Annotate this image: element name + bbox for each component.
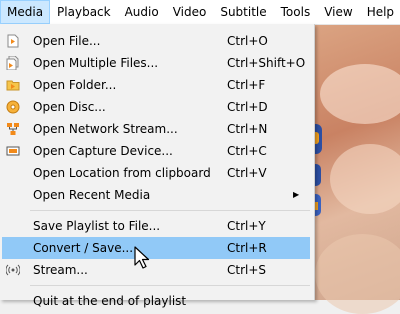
menu-item-label: Save Playlist to File...	[33, 219, 161, 233]
menu-item-shortcut: Ctrl+S	[227, 263, 267, 277]
menu-item-open-folder[interactable]: Open Folder... Ctrl+F	[2, 74, 310, 96]
mouse-cursor-icon	[134, 246, 150, 269]
menu-item-label: Convert / Save...	[33, 241, 134, 255]
menu-item-label: Open Capture Device...	[33, 144, 173, 158]
menu-media[interactable]: Media	[0, 0, 51, 24]
menu-item-save-playlist[interactable]: Save Playlist to File... Ctrl+Y	[2, 215, 310, 237]
menu-tools[interactable]: Tools	[274, 0, 318, 24]
menu-item-shortcut: Ctrl+C	[227, 144, 267, 158]
menu-item-open-location-clipboard[interactable]: Open Location from clipboard Ctrl+V	[2, 162, 310, 184]
folder-icon	[6, 80, 20, 91]
menu-item-open-recent-media[interactable]: Open Recent Media ▶	[2, 184, 310, 206]
menu-item-shortcut: Ctrl+D	[227, 100, 268, 114]
menu-view[interactable]: View	[317, 0, 359, 24]
menu-item-label: Open Folder...	[33, 78, 117, 92]
menu-item-open-capture-device[interactable]: Open Capture Device... Ctrl+C	[2, 140, 310, 162]
menu-item-shortcut: Ctrl+Shift+O	[227, 56, 306, 70]
menu-video[interactable]: Video	[166, 0, 214, 24]
submenu-arrow-icon: ▶	[293, 190, 300, 199]
menu-item-shortcut: Ctrl+V	[227, 166, 267, 180]
menu-item-shortcut: Ctrl+O	[227, 34, 268, 48]
menu-separator	[30, 210, 310, 211]
cloud-shape	[330, 144, 400, 214]
menu-item-shortcut: Ctrl+R	[227, 241, 267, 255]
menu-item-open-multiple-files[interactable]: Open Multiple Files... Ctrl+Shift+O	[2, 52, 310, 74]
cloud-shape	[320, 64, 400, 124]
menu-item-shortcut: Ctrl+N	[227, 122, 268, 136]
menu-item-label: Quit at the end of playlist	[33, 294, 187, 308]
multiple-files-icon	[6, 56, 19, 70]
menu-subtitle[interactable]: Subtitle	[213, 0, 273, 24]
menu-item-shortcut: Ctrl+Y	[227, 219, 266, 233]
menu-item-label: Open Disc...	[33, 100, 106, 114]
menu-bar: Media Playback Audio Video Subtitle Tool…	[0, 0, 400, 25]
disc-icon	[6, 100, 20, 114]
menu-item-label: Open File...	[33, 34, 101, 48]
stream-icon	[6, 264, 20, 276]
menu-item-open-file[interactable]: Open File... Ctrl+O	[2, 30, 310, 52]
menu-item-convert-save[interactable]: Convert / Save... Ctrl+R	[2, 237, 310, 259]
menu-item-quit-end-playlist[interactable]: Quit at the end of playlist	[2, 290, 310, 312]
menu-help[interactable]: Help	[360, 0, 400, 24]
media-dropdown-menu: Open File... Ctrl+O Open Multiple Files.…	[0, 24, 315, 308]
menu-playback[interactable]: Playback	[50, 0, 118, 24]
menu-item-shortcut: Ctrl+F	[227, 78, 266, 92]
menu-separator	[30, 285, 310, 286]
menu-audio[interactable]: Audio	[118, 0, 166, 24]
menu-item-label: Open Network Stream...	[33, 122, 178, 136]
menu-item-open-disc[interactable]: Open Disc... Ctrl+D	[2, 96, 310, 118]
network-icon	[7, 123, 19, 135]
file-icon	[7, 34, 19, 48]
menu-item-label: Open Recent Media	[33, 188, 151, 202]
menu-item-open-network-stream[interactable]: Open Network Stream... Ctrl+N	[2, 118, 310, 140]
capture-device-icon	[6, 146, 20, 156]
menu-item-stream[interactable]: Stream... Ctrl+S	[2, 259, 310, 281]
menu-item-label: Stream...	[33, 263, 88, 277]
menu-item-label: Open Multiple Files...	[33, 56, 159, 70]
menu-item-label: Open Location from clipboard	[33, 166, 211, 180]
cloud-shape	[315, 234, 400, 314]
